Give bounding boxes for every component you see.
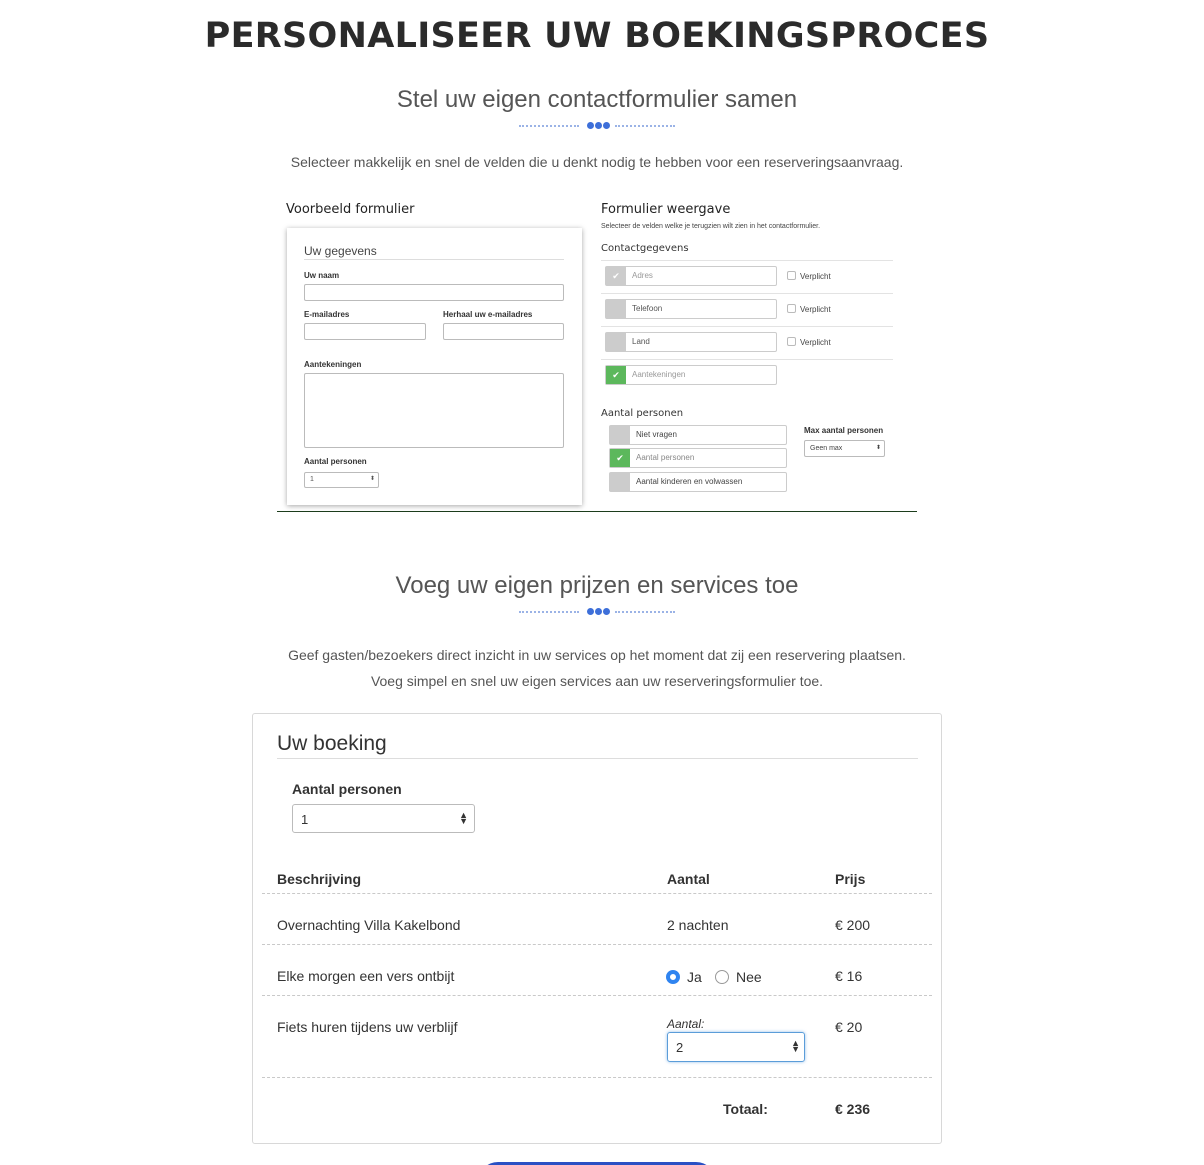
row-price: € 200 <box>835 917 871 933</box>
select-arrows-icon: ⬍ <box>369 476 375 482</box>
page-title: PERSONALISEER UW BOEKINGSPROCES <box>204 16 990 56</box>
section-heading-prices: Voeg uw eigen prijzen en services toe <box>395 572 799 599</box>
row-price: € 20 <box>835 1019 863 1035</box>
check-icon: ✔ <box>610 449 630 467</box>
column-quantity: Aantal <box>667 871 710 887</box>
section-description: Selecteer makkelijk en snel de velden di… <box>290 154 904 170</box>
persons-option-count[interactable]: ✔ Aantal personen <box>609 448 787 468</box>
max-persons-label: Max aantal personen <box>804 426 884 435</box>
row-description: Elke morgen een vers ontbijt <box>277 968 455 984</box>
booking-panel: Uw boeking Aantal personen 1 ▲ ▼ Beschrijv… <box>252 713 942 1144</box>
check-icon: ✔ <box>606 267 626 285</box>
persons-option-none[interactable]: Niet vragen <box>609 425 787 445</box>
required-label: Verplicht <box>800 305 831 314</box>
section-heading-contact-form: Stel uw eigen contactformulier samen <box>396 86 798 113</box>
field-toggle-land[interactable]: Land <box>605 332 777 352</box>
section-divider <box>519 607 675 617</box>
field-row-land: Land Verplicht <box>601 326 893 359</box>
section-divider <box>519 121 675 131</box>
field-row-aantekeningen: ✔ Aantekeningen <box>601 359 893 392</box>
email-field[interactable] <box>304 323 426 340</box>
persons-option-kids-adults[interactable]: Aantal kinderen en volwassen <box>609 472 787 492</box>
example-form-card: Uw gegevens Uw naam E-mailadres Herhaal … <box>287 228 582 505</box>
required-label: Verplicht <box>800 272 831 281</box>
total-label: Totaal: <box>723 1101 768 1117</box>
name-label: Uw naam <box>304 271 340 280</box>
form-display-title: Formulier weergave <box>601 202 731 217</box>
name-field[interactable] <box>304 284 564 301</box>
max-persons-select[interactable]: Geen max ⬍ <box>804 440 885 457</box>
breakfast-no-radio[interactable] <box>715 970 729 984</box>
breakfast-yes-radio[interactable] <box>666 970 680 984</box>
column-description: Beschrijving <box>277 871 362 887</box>
section-description-line1: Geef gasten/bezoekers direct inzicht in … <box>288 647 906 663</box>
field-row-adres: ✔ Adres Verplicht <box>601 260 893 293</box>
select-arrows-icon: ▲ ▼ <box>791 1038 800 1054</box>
required-checkbox[interactable] <box>787 304 796 313</box>
column-price: Prijs <box>835 871 866 887</box>
row-quantity: 2 nachten <box>667 917 729 933</box>
row-description: Overnachting Villa Kakelbond <box>277 917 461 933</box>
total-value: € 236 <box>835 1101 871 1117</box>
breakfast-no-label[interactable]: Nee <box>736 969 762 985</box>
field-row-telefoon: Telefoon Verplicht <box>601 293 893 326</box>
required-label: Verplicht <box>800 338 831 347</box>
quantity-label: Aantal: <box>667 1017 705 1031</box>
email-repeat-field[interactable] <box>443 323 564 340</box>
section-description-line2: Voeg simpel en snel uw eigen services aa… <box>370 673 824 689</box>
required-checkbox[interactable] <box>787 337 796 346</box>
notes-label: Aantekeningen <box>304 360 362 369</box>
persons-label: Aantal personen <box>304 457 367 466</box>
select-arrows-icon: ▲ ▼ <box>459 810 468 826</box>
required-checkbox[interactable] <box>787 271 796 280</box>
card-title: Uw gegevens <box>304 244 377 258</box>
row-description: Fiets huren tijdens uw verblijf <box>277 1019 458 1035</box>
persons-label: Aantal personen <box>292 781 402 797</box>
booking-title: Uw boeking <box>277 732 387 755</box>
notes-textarea[interactable] <box>304 373 564 448</box>
bike-quantity-select[interactable]: 2 ▲ ▼ <box>667 1032 805 1062</box>
persons-select[interactable]: 1 ⬍ <box>304 472 379 488</box>
field-toggle-adres[interactable]: ✔ Adres <box>605 266 777 286</box>
field-toggle-telefoon[interactable]: Telefoon <box>605 299 777 319</box>
email-repeat-label: Herhaal uw e-mailadres <box>443 310 533 319</box>
email-label: E-mailadres <box>304 310 350 319</box>
persons-heading: Aantal personen <box>601 408 684 419</box>
check-icon: ✔ <box>606 366 626 384</box>
form-display-subtitle: Selecteer de velden welke je terugzien w… <box>601 223 821 230</box>
form-builder-preview: Voorbeeld formulier Uw gegevens Uw naam … <box>277 196 917 512</box>
persons-select[interactable]: 1 ▲ ▼ <box>292 804 475 833</box>
row-price: € 16 <box>835 968 863 984</box>
breakfast-yes-label[interactable]: Ja <box>687 969 702 985</box>
example-form-title: Voorbeeld formulier <box>286 202 415 217</box>
select-arrows-icon: ⬍ <box>875 445 881 451</box>
contact-heading: Contactgegevens <box>601 243 689 254</box>
field-toggle-aantekeningen[interactable]: ✔ Aantekeningen <box>605 365 777 385</box>
